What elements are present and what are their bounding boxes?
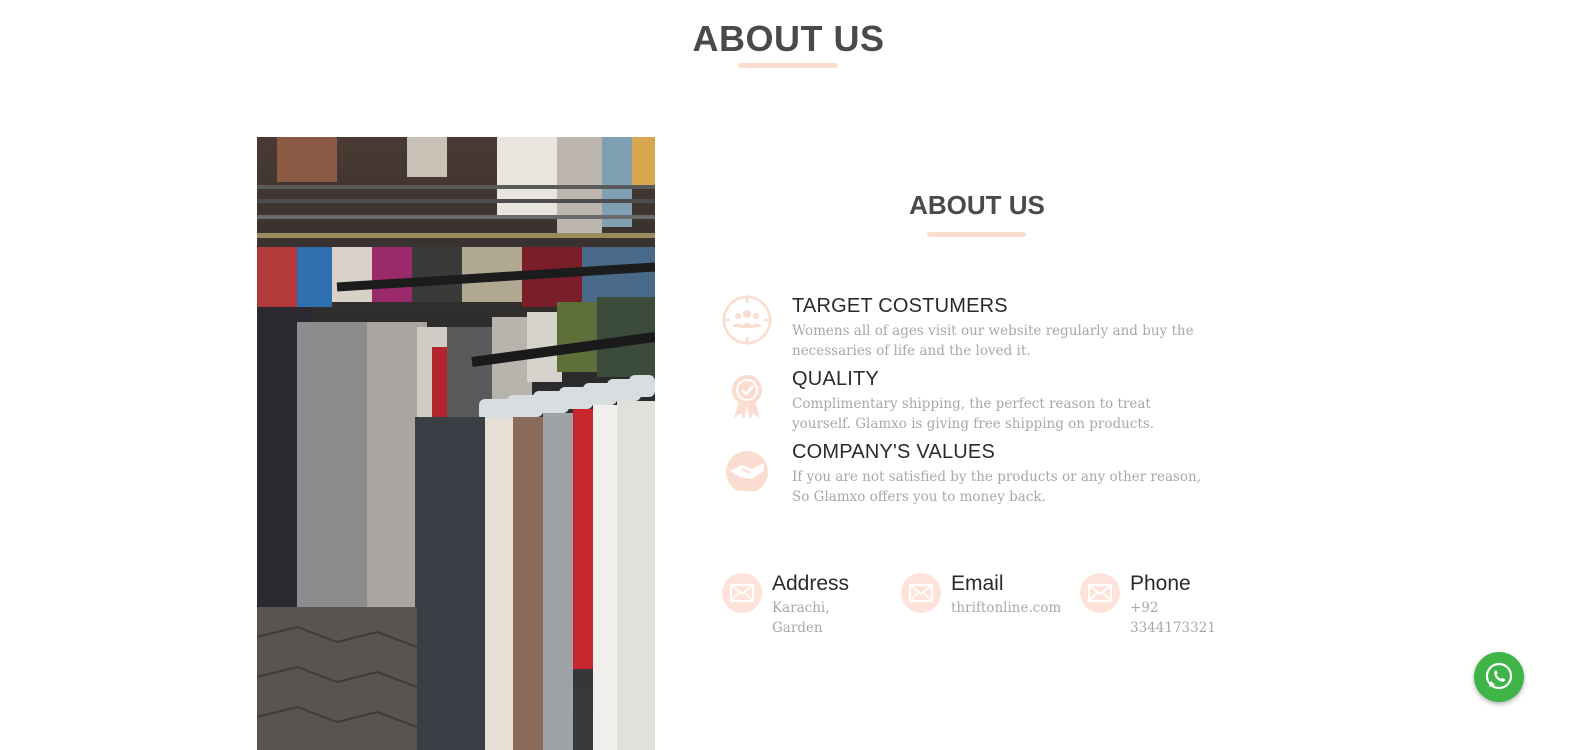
feature-description: Complimentary shipping, the perfect reas… <box>792 396 1155 432</box>
target-customers-icon <box>722 295 772 345</box>
whatsapp-chat-button[interactable] <box>1474 652 1524 702</box>
about-title-underline <box>927 232 1026 237</box>
envelope-icon <box>901 573 941 613</box>
about-page: ABOUT US ABOUT US TARGET COSTUMERS Women… <box>0 0 1577 750</box>
quality-badge-icon <box>722 368 772 420</box>
feature-title: TARGET COSTUMERS <box>792 295 1008 317</box>
whatsapp-icon <box>1485 662 1513 690</box>
contact-value[interactable]: thriftonline.com <box>951 598 1081 618</box>
contact-label: Phone <box>1130 572 1191 595</box>
page-heading: ABOUT US <box>692 18 885 59</box>
feature-title: QUALITY <box>792 368 879 390</box>
about-title: ABOUT US <box>909 190 1045 220</box>
envelope-icon <box>722 573 762 613</box>
handshake-icon <box>722 441 772 493</box>
feature-description: If you are not satisfied by the products… <box>792 469 1202 505</box>
clothing-rack-photo <box>257 137 655 750</box>
heading-underline <box>738 63 838 68</box>
contact-label: Address <box>772 572 850 595</box>
feature-description: Womens all of ages visit our website reg… <box>792 323 1194 359</box>
contact-value: Karachi, Garden <box>772 600 830 636</box>
contact-value[interactable]: +92 3344173321 <box>1130 598 1230 638</box>
feature-title: COMPANY'S VALUES <box>792 441 995 463</box>
contact-label: Email <box>951 572 1004 595</box>
envelope-icon <box>1080 573 1120 613</box>
